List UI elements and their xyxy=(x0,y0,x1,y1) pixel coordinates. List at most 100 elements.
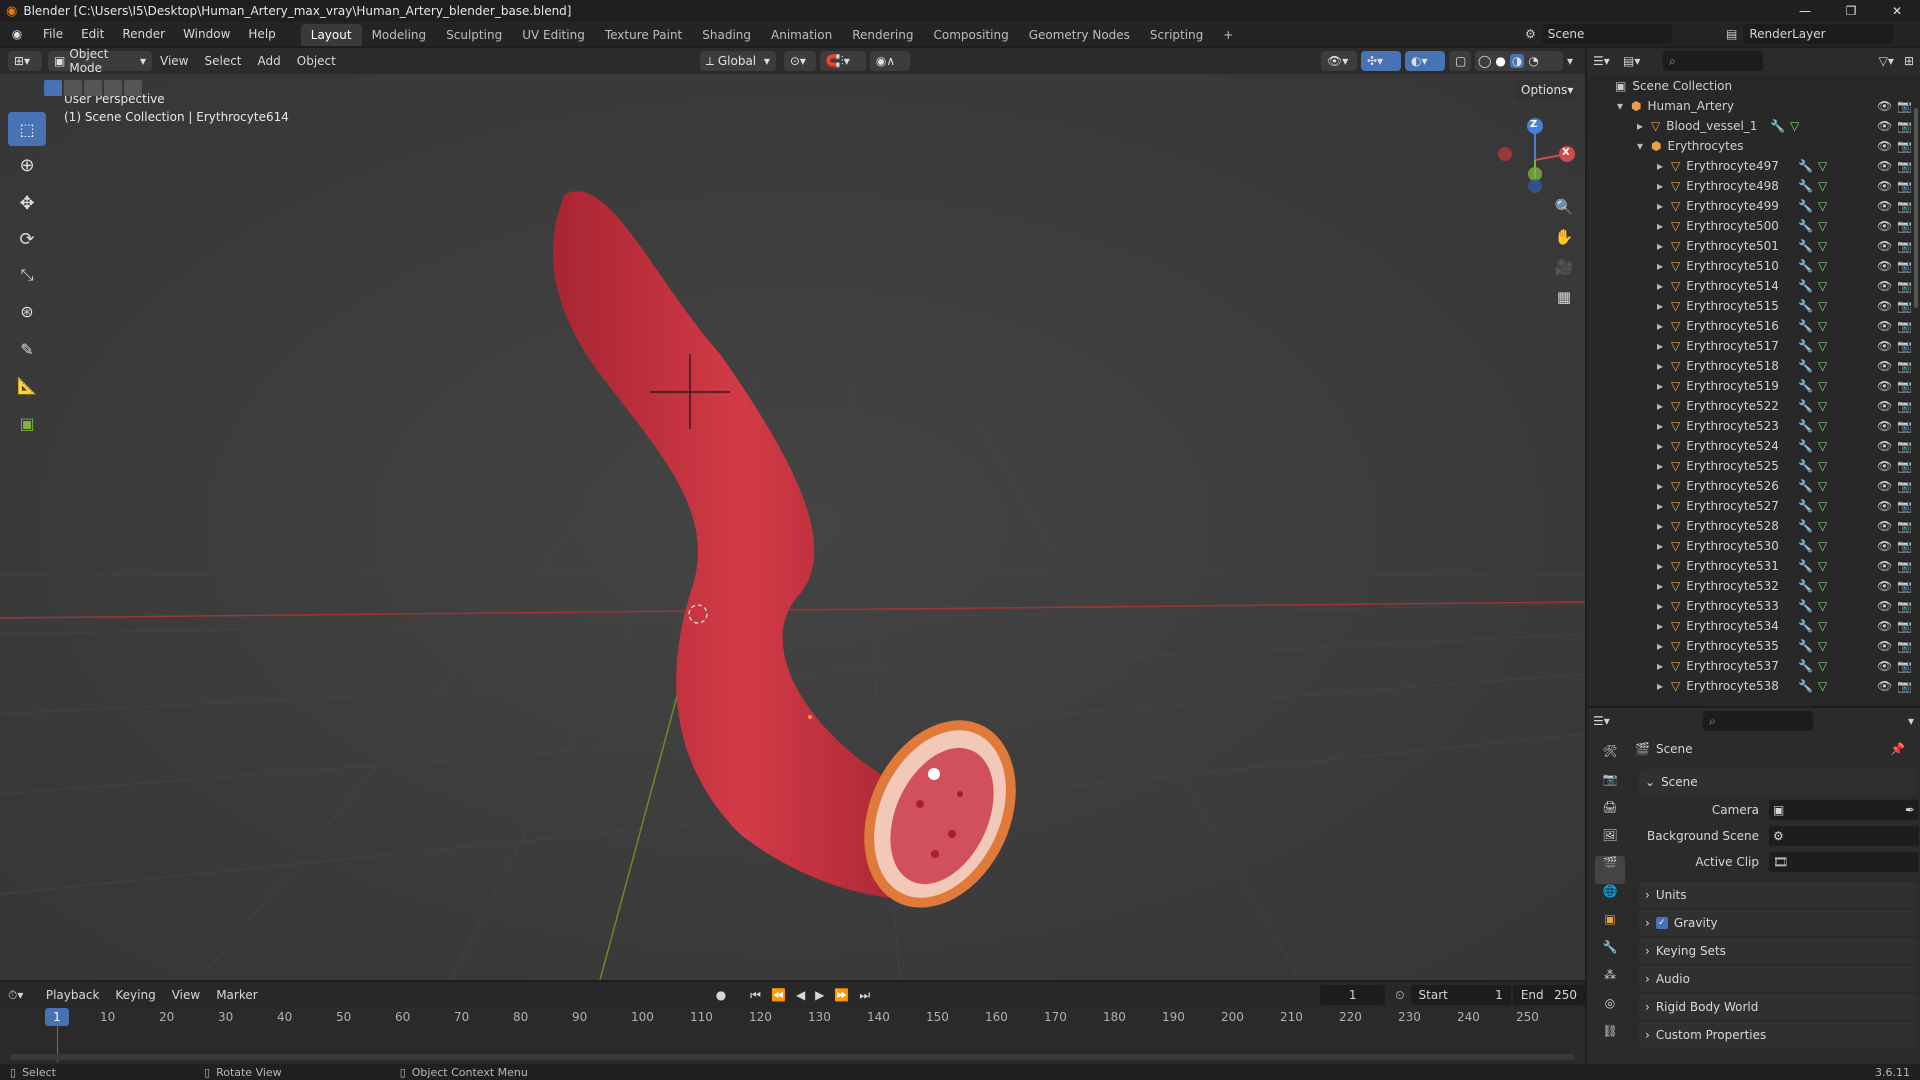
outliner-row-erythrocyte[interactable]: ▸ ▽ Erythrocyte498 🔧 ▽ 👁 📷 xyxy=(1587,176,1920,196)
outliner-row-erythrocyte[interactable]: ▸ ▽ Erythrocyte532 🔧 ▽ 👁 📷 xyxy=(1587,576,1920,596)
chevron-right-icon[interactable]: ▸ xyxy=(1657,519,1671,533)
rigid-body-panel-header[interactable]: › Rigid Body World xyxy=(1639,994,1916,1020)
camera-icon[interactable]: 📷 xyxy=(1897,259,1912,273)
outliner-row-erythrocyte[interactable]: ▸ ▽ Erythrocyte522 🔧 ▽ 👁 📷 xyxy=(1587,396,1920,416)
eye-icon[interactable]: 👁 xyxy=(1877,519,1892,533)
chevron-right-icon[interactable]: ▸ xyxy=(1657,439,1671,453)
camera-icon[interactable]: 📷 xyxy=(1897,559,1912,573)
shading-options-icon[interactable]: ▾ xyxy=(1567,54,1573,68)
chevron-right-icon[interactable]: ▸ xyxy=(1657,159,1671,173)
chevron-right-icon[interactable]: ▸ xyxy=(1657,459,1671,473)
menu-edit[interactable]: Edit xyxy=(72,22,113,46)
play-reverse-icon[interactable]: ◀ xyxy=(796,988,805,1002)
chevron-right-icon[interactable]: ▸ xyxy=(1657,199,1671,213)
outliner-row-erythrocyte[interactable]: ▸ ▽ Erythrocyte525 🔧 ▽ 👁 📷 xyxy=(1587,456,1920,476)
camera-icon[interactable]: 📷 xyxy=(1897,379,1912,393)
camera-icon[interactable]: 📷 xyxy=(1897,359,1912,373)
eye-icon[interactable]: 👁 xyxy=(1877,539,1892,553)
wireframe-shading-button[interactable]: ◯ xyxy=(1478,54,1491,68)
menu-file[interactable]: File xyxy=(34,22,72,46)
editor-type-icon[interactable]: ☰▾ xyxy=(1593,714,1623,728)
camera-icon[interactable]: 📷 xyxy=(1897,159,1912,173)
eye-icon[interactable]: 👁 xyxy=(1877,639,1892,653)
camera-icon[interactable]: 📷 xyxy=(1897,99,1912,113)
chevron-down-icon[interactable]: ▾ xyxy=(1908,714,1914,728)
camera-icon[interactable]: 📷 xyxy=(1897,479,1912,493)
eye-icon[interactable]: 👁 xyxy=(1877,359,1892,373)
outliner-row-erythrocyte[interactable]: ▸ ▽ Erythrocyte538 🔧 ▽ 👁 📷 xyxy=(1587,676,1920,696)
timeline-menu-playback[interactable]: Playback xyxy=(38,988,108,1002)
chevron-right-icon[interactable]: ▸ xyxy=(1657,359,1671,373)
camera-icon[interactable]: 📷 xyxy=(1897,659,1912,673)
timeline-menu-view[interactable]: View xyxy=(164,988,208,1002)
camera-icon[interactable]: 📷 xyxy=(1897,459,1912,473)
outliner-row-erythrocyte[interactable]: ▸ ▽ Erythrocyte537 🔧 ▽ 👁 📷 xyxy=(1587,656,1920,676)
chevron-right-icon[interactable]: ▸ xyxy=(1657,539,1671,553)
units-panel-header[interactable]: › Units xyxy=(1639,882,1916,908)
audio-panel-header[interactable]: › Audio xyxy=(1639,966,1916,992)
camera-icon[interactable]: 📷 xyxy=(1897,279,1912,293)
select-box-tool[interactable]: ⬚ xyxy=(8,112,46,146)
view-layer-field[interactable]: RenderLayer xyxy=(1743,24,1894,44)
camera-icon[interactable]: 📷 xyxy=(1897,119,1912,133)
viewport-menu-object[interactable]: Object xyxy=(289,54,344,68)
filter-icon[interactable]: ▽▾ xyxy=(1879,54,1894,68)
outliner-search-input[interactable]: ⌕ xyxy=(1663,51,1763,71)
tab-animation[interactable]: Animation xyxy=(761,24,842,46)
navigation-gizmo[interactable]: Z X xyxy=(1495,114,1575,194)
eye-icon[interactable]: 👁 xyxy=(1877,259,1892,273)
outliner-row-erythrocyte[interactable]: ▸ ▽ Erythrocyte535 🔧 ▽ 👁 📷 xyxy=(1587,636,1920,656)
prev-keyframe-icon[interactable]: ⏪ xyxy=(771,988,786,1002)
active-clip-field[interactable]: 🎞 xyxy=(1769,852,1919,872)
eye-icon[interactable]: 👁 xyxy=(1877,599,1892,613)
eye-icon[interactable]: 👁 xyxy=(1877,419,1892,433)
eye-icon[interactable]: 👁 xyxy=(1877,479,1892,493)
outliner-row-erythrocyte[interactable]: ▸ ▽ Erythrocyte519 🔧 ▽ 👁 📷 xyxy=(1587,376,1920,396)
camera-icon[interactable]: 📷 xyxy=(1897,219,1912,233)
eye-icon[interactable]: 👁 xyxy=(1877,199,1892,213)
xray-button[interactable]: ▢ xyxy=(1448,51,1471,71)
chevron-right-icon[interactable]: ▸ xyxy=(1637,119,1651,133)
chevron-right-icon[interactable]: ▸ xyxy=(1657,239,1671,253)
outliner-row-erythrocyte[interactable]: ▸ ▽ Erythrocyte531 🔧 ▽ 👁 📷 xyxy=(1587,556,1920,576)
mode-dropdown[interactable]: ▣ Object Mode ▾ xyxy=(48,47,152,75)
chevron-right-icon[interactable]: ▸ xyxy=(1657,619,1671,633)
tab-modeling[interactable]: Modeling xyxy=(362,24,437,46)
outliner-row-erythrocyte[interactable]: ▸ ▽ Erythrocyte533 🔧 ▽ 👁 📷 xyxy=(1587,596,1920,616)
cursor-tool[interactable]: ⊕ xyxy=(8,148,46,182)
eye-icon[interactable]: 👁 xyxy=(1877,459,1892,473)
gravity-panel-header[interactable]: › ✓ Gravity xyxy=(1639,910,1916,936)
eye-icon[interactable]: 👁 xyxy=(1877,319,1892,333)
outliner-row-erythrocyte[interactable]: ▸ ▽ Erythrocyte524 🔧 ▽ 👁 📷 xyxy=(1587,436,1920,456)
rotate-tool[interactable]: ⟳ xyxy=(8,222,46,256)
outliner-row-scene-collection[interactable]: ▣ Scene Collection xyxy=(1587,76,1920,96)
outliner-row-erythrocyte[interactable]: ▸ ▽ Erythrocyte501 🔧 ▽ 👁 📷 xyxy=(1587,236,1920,256)
chevron-right-icon[interactable]: ▸ xyxy=(1657,639,1671,653)
eye-icon[interactable]: 👁 xyxy=(1877,99,1892,113)
camera-view-icon[interactable]: 🎥 xyxy=(1552,258,1576,288)
camera-icon[interactable]: 📷 xyxy=(1897,439,1912,453)
gravity-checkbox[interactable]: ✓ xyxy=(1655,917,1668,929)
eye-icon[interactable]: 👁 xyxy=(1877,239,1892,253)
outliner-row-erythrocyte[interactable]: ▸ ▽ Erythrocyte523 🔧 ▽ 👁 📷 xyxy=(1587,416,1920,436)
jump-start-icon[interactable]: ⏮ xyxy=(750,988,761,1003)
chevron-down-icon[interactable]: ▾ xyxy=(1617,99,1631,113)
tab-rendering[interactable]: Rendering xyxy=(842,24,923,46)
camera-icon[interactable]: 📷 xyxy=(1897,319,1912,333)
tab-geometry-nodes[interactable]: Geometry Nodes xyxy=(1019,24,1140,46)
camera-icon[interactable]: 📷 xyxy=(1897,179,1912,193)
eye-icon[interactable]: 👁 xyxy=(1877,399,1892,413)
gizmo-toggle-button[interactable]: ✣▾ xyxy=(1360,51,1401,71)
chevron-right-icon[interactable]: ▸ xyxy=(1657,299,1671,313)
tab-texture-paint[interactable]: Texture Paint xyxy=(595,24,692,46)
zoom-icon[interactable]: 🔍 xyxy=(1552,198,1576,228)
eye-icon[interactable]: 👁 xyxy=(1877,219,1892,233)
chevron-down-icon[interactable]: ▾ xyxy=(1637,139,1651,153)
chevron-right-icon[interactable]: ▸ xyxy=(1657,659,1671,673)
jump-end-icon[interactable]: ⏭ xyxy=(859,988,870,1003)
eye-icon[interactable]: 👁 xyxy=(1877,299,1892,313)
timeline-scrollbar[interactable] xyxy=(10,1054,1575,1060)
outliner-row-erythrocyte[interactable]: ▸ ▽ Erythrocyte500 🔧 ▽ 👁 📷 xyxy=(1587,216,1920,236)
menu-help[interactable]: Help xyxy=(239,22,284,46)
pan-hand-icon[interactable]: ✋ xyxy=(1552,228,1576,258)
